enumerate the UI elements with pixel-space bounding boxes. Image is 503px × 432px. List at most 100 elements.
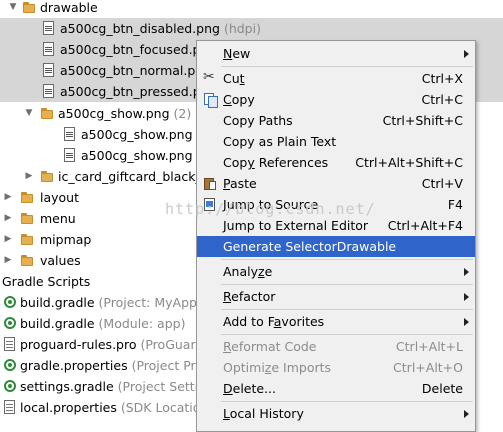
menu-shortcut: F4 (447, 197, 463, 212)
menu-item-paste[interactable]: Paste Ctrl+V (197, 173, 475, 194)
png-file-icon (42, 42, 56, 57)
folder-icon (20, 190, 34, 205)
menu-shortcut: Ctrl+Alt+Shift+C (355, 155, 463, 170)
file-name: a500cg_btn_disabled.png (60, 21, 220, 36)
submenu-arrow-icon (464, 268, 469, 276)
menu-label: Delete... (223, 381, 277, 396)
file-name: proguard-rules.pro (20, 337, 137, 352)
chevron-right-icon[interactable]: ▶ (24, 166, 34, 187)
chevron-right-icon[interactable]: ▶ (3, 208, 13, 229)
menu-label: Generate SelectorDrawable (223, 239, 397, 254)
submenu-arrow-icon (464, 318, 469, 326)
menu-label: New (223, 46, 251, 61)
menu-item-cut[interactable]: Cut Ctrl+X (197, 68, 475, 89)
submenu-arrow-icon (464, 50, 469, 58)
menu-label: Analyze (223, 264, 273, 279)
folder-name: ic_card_giftcard_black_1 (58, 169, 210, 184)
menu-label: Cut (223, 71, 245, 86)
tree-label: drawable (40, 0, 98, 15)
menu-separator (221, 309, 473, 310)
chevron-right-icon[interactable]: ▶ (3, 250, 13, 271)
gradle-icon (3, 295, 17, 310)
chevron-right-icon[interactable]: ▶ (3, 187, 13, 208)
menu-shortcut: Ctrl+X (421, 71, 463, 86)
submenu-arrow-icon (464, 293, 469, 301)
menu-label: Copy (223, 92, 255, 107)
file-name: a500cg_btn_pressed.pn (60, 84, 209, 99)
folder-icon (20, 232, 34, 247)
file-name: a500cg_btn_focused.png (60, 42, 217, 57)
menu-label: Optimize Imports (223, 360, 332, 375)
file-name: settings.gradle (20, 379, 114, 394)
file-hint: (ProGuard (140, 337, 204, 352)
menu-separator (221, 401, 473, 402)
folder-icon (20, 253, 34, 268)
menu-label: Reformat Code (223, 339, 317, 354)
menu-shortcut: Ctrl+C (421, 92, 463, 107)
file-name: gradle.properties (20, 358, 128, 373)
folder-icon (22, 0, 36, 15)
folder-name: layout (40, 190, 80, 205)
menu-item-delete[interactable]: Delete... Delete (197, 378, 475, 399)
menu-item-analyze[interactable]: Analyze (197, 261, 475, 282)
folder-name: mipmap (40, 232, 92, 247)
png-file-icon (42, 84, 56, 99)
context-menu: New Cut Ctrl+X Copy Ctrl+C Copy Paths Ct… (196, 40, 476, 432)
folder-name: a500cg_show.png (58, 106, 170, 121)
menu-label: Refactor (223, 289, 276, 304)
menu-shortcut: Ctrl+Alt+O (393, 360, 463, 375)
file-count: (2) (173, 106, 192, 121)
file-name: a500cg_btn_normal.png (60, 63, 212, 78)
file-hint: (Module: app) (98, 316, 186, 331)
menu-label: Add to Favorites (223, 314, 325, 329)
png-file-icon (42, 21, 56, 36)
menu-label: Copy as Plain Text (223, 134, 337, 149)
menu-shortcut: Ctrl+V (421, 176, 463, 191)
menu-item-reformat-code[interactable]: Reformat Code Ctrl+Alt+L (197, 336, 475, 357)
text-file-icon (3, 337, 17, 352)
tree-file-disabled[interactable]: a500cg_btn_disabled.png (hdpi) (0, 18, 503, 39)
menu-item-local-history[interactable]: Local History (197, 403, 475, 424)
file-name: build.gradle (20, 316, 95, 331)
section-label: Gradle Scripts (2, 274, 91, 289)
menu-item-refactor[interactable]: Refactor (197, 286, 475, 307)
tree-folder-drawable[interactable]: ▼ drawable (0, 0, 503, 18)
menu-shortcut: Ctrl+Shift+C (382, 113, 463, 128)
png-file-icon (63, 127, 77, 142)
menu-label: Copy Paths (223, 113, 293, 128)
menu-label: Jump to External Editor (223, 218, 369, 233)
folder-icon (40, 106, 54, 121)
menu-shortcut: Delete (421, 381, 463, 396)
menu-separator (221, 259, 473, 260)
file-name: a500cg_show.png (81, 127, 193, 142)
file-name: build.gradle (20, 295, 95, 310)
text-file-icon (3, 400, 17, 415)
menu-shortcut: Ctrl+Alt+L (395, 339, 463, 354)
chevron-down-icon[interactable]: ▼ (8, 0, 18, 18)
chevron-right-icon[interactable]: ▶ (3, 229, 13, 250)
scissors-icon (203, 69, 217, 86)
png-file-icon (63, 148, 77, 163)
folder-name: menu (40, 211, 76, 226)
menu-item-copy-references[interactable]: Copy References Ctrl+Alt+Shift+C (197, 152, 475, 173)
menu-item-add-to-favorites[interactable]: Add to Favorites (197, 311, 475, 332)
file-hint: (hdpi) (223, 21, 261, 36)
menu-shortcut: Ctrl+Alt+F4 (387, 218, 463, 233)
chevron-down-icon[interactable]: ▼ (24, 103, 34, 124)
file-name: a500cg_show.png (81, 148, 193, 163)
menu-item-copy[interactable]: Copy Ctrl+C (197, 89, 475, 110)
menu-item-optimize-imports[interactable]: Optimize Imports Ctrl+Alt+O (197, 357, 475, 378)
gradle-icon (3, 358, 17, 373)
folder-name: values (40, 253, 81, 268)
file-hint: (Project: MyApplic (98, 295, 211, 310)
menu-item-copy-plain-text[interactable]: Copy as Plain Text (197, 131, 475, 152)
menu-item-jump-to-external-editor[interactable]: Jump to External Editor Ctrl+Alt+F4 (197, 215, 475, 236)
menu-label: Local History (223, 406, 304, 421)
menu-item-copy-paths[interactable]: Copy Paths Ctrl+Shift+C (197, 110, 475, 131)
menu-item-generate-selector-drawable[interactable]: Generate SelectorDrawable (197, 236, 475, 257)
menu-separator (221, 334, 473, 335)
menu-item-new[interactable]: New (197, 43, 475, 64)
folder-icon (20, 211, 34, 226)
folder-icon (40, 169, 54, 184)
submenu-arrow-icon (464, 410, 469, 418)
